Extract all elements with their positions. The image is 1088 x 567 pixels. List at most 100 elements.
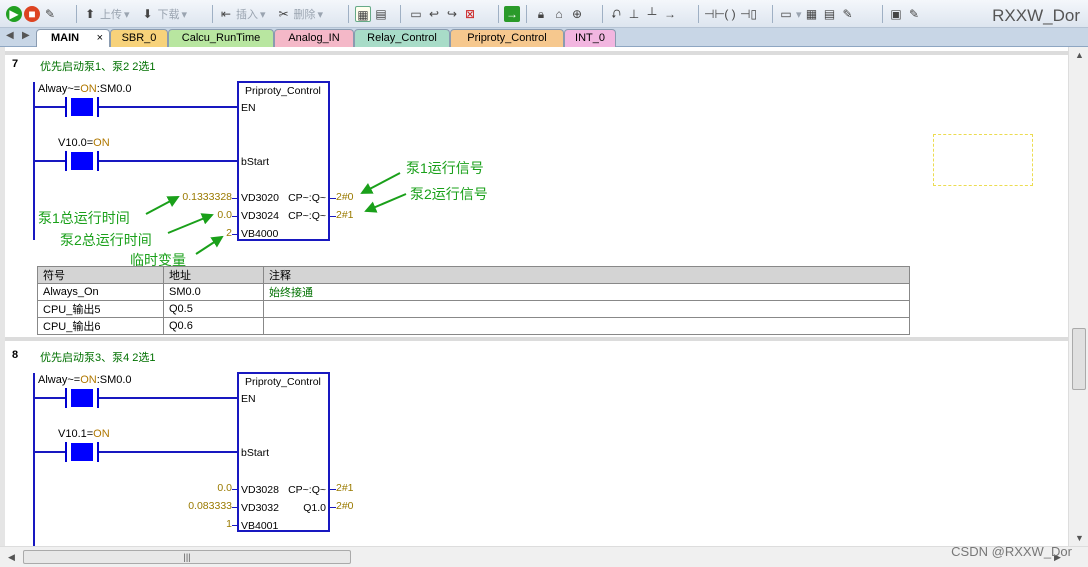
pou-icon[interactable]: ✎ bbox=[906, 6, 922, 22]
lock-icon[interactable]: 🔒︎ bbox=[533, 6, 549, 22]
run-icon[interactable]: ▶ bbox=[6, 6, 22, 22]
network-7-comment[interactable]: 优先启动泵1、泵2 2选1 bbox=[40, 58, 156, 74]
pin-out1: CP~:Q~ bbox=[288, 484, 326, 496]
address-cell: Q0.6 bbox=[163, 317, 264, 335]
symbol-header: 符号 bbox=[37, 266, 164, 284]
contact-icon[interactable]: ⊣⊢ bbox=[704, 6, 725, 22]
close-icon[interactable]: × bbox=[97, 30, 103, 47]
download-icon[interactable]: ⬇ bbox=[140, 6, 156, 22]
ladder-editor[interactable]: 7 优先启动泵1、泵2 2选1 Alway~=ON:SM0.0 V10.0=ON… bbox=[0, 47, 1068, 546]
prev-icon[interactable]: ↩ bbox=[426, 6, 442, 22]
delete-label[interactable]: 删除 bbox=[294, 6, 316, 22]
edit-comment-icon[interactable]: ✎ bbox=[840, 6, 856, 22]
pin-en: EN bbox=[241, 102, 256, 114]
symbol-icon[interactable]: ▭ bbox=[778, 6, 794, 22]
annotation-pump2-time: 泵2总运行时间 bbox=[60, 232, 152, 248]
goto-icon[interactable]: → bbox=[504, 6, 520, 22]
network-8-comment[interactable]: 优先启动泵3、泵4 2选1 bbox=[40, 349, 156, 365]
vertical-scroll-thumb[interactable] bbox=[1072, 328, 1086, 390]
in3-value: 1 bbox=[226, 518, 232, 530]
priproty-control-box-1[interactable]: Priproty_Control EN bStart VD3020 VD3024… bbox=[237, 81, 330, 241]
contact-v10-0[interactable] bbox=[65, 151, 99, 171]
symbol-cell: Always_On bbox=[37, 283, 164, 301]
pin-out2: Q1.0 bbox=[303, 502, 326, 514]
ladder-group: ⊣⊢ ( ) ⊣▯ bbox=[704, 4, 757, 24]
delete-icon[interactable]: ✂ bbox=[276, 6, 292, 22]
selection-box bbox=[933, 134, 1033, 186]
clear-icon[interactable]: ⊠ bbox=[462, 6, 478, 22]
tab-analog-in[interactable]: Analog_IN bbox=[274, 29, 354, 47]
comment-icon[interactable]: ▤ bbox=[822, 6, 838, 22]
compile-icon[interactable]: ✎ bbox=[42, 6, 58, 22]
horizontal-scroll-thumb[interactable]: ||| bbox=[23, 550, 351, 564]
comment-cell: 始终接通 bbox=[263, 283, 910, 301]
trend-icon[interactable]: ▤ bbox=[373, 6, 389, 22]
scroll-down-icon[interactable]: ▼ bbox=[1075, 533, 1084, 543]
contact-v10-1[interactable] bbox=[65, 442, 99, 462]
misc-group: ▣ ✎ bbox=[888, 4, 922, 24]
contact-always-on[interactable] bbox=[65, 97, 99, 117]
pin-in3: VB4001 bbox=[241, 520, 279, 532]
tab-sbr0[interactable]: SBR_0 bbox=[110, 29, 168, 47]
address-cell: SM0.0 bbox=[163, 283, 264, 301]
out2-value: 2#0 bbox=[336, 500, 354, 512]
download-label[interactable]: 下载 bbox=[158, 6, 180, 22]
coil-icon[interactable]: ( ) bbox=[722, 6, 738, 22]
scroll-left-icon[interactable]: ◀ bbox=[8, 552, 15, 563]
out1-value: 2#1 bbox=[336, 482, 354, 494]
tab-scroll-left-icon[interactable]: ◀ bbox=[6, 30, 14, 41]
line-left-icon[interactable]: ┴ bbox=[644, 6, 660, 22]
tab-label: Priproty_Control bbox=[467, 32, 547, 44]
protect-group: 🔒︎ ⌂ ⊕ bbox=[533, 4, 585, 24]
contact-v10-0-label: V10.0=ON bbox=[58, 137, 110, 149]
insert-label[interactable]: 插入 bbox=[236, 6, 258, 22]
contact-always-on[interactable] bbox=[65, 388, 99, 408]
upload-label[interactable]: 上传 bbox=[100, 6, 122, 22]
program-status-icon[interactable]: ▦ bbox=[355, 6, 371, 22]
vertical-scrollbar[interactable]: ▲ ▼ bbox=[1068, 47, 1088, 546]
properties-icon[interactable]: ▣ bbox=[888, 6, 904, 22]
box-title: Priproty_Control bbox=[245, 376, 321, 388]
scroll-up-icon[interactable]: ▲ bbox=[1075, 50, 1084, 60]
tab-label: Analog_IN bbox=[288, 32, 340, 44]
title-right: RXXW_Dor bbox=[992, 6, 1080, 25]
in3-value: 2 bbox=[226, 227, 232, 239]
tab-relay-control[interactable]: Relay_Control bbox=[354, 29, 450, 47]
pou-tabbar: ◀ ▶ MAIN × SBR_0 Calcu_RunTime Analog_IN… bbox=[0, 28, 1088, 47]
box-title: Priproty_Control bbox=[245, 85, 321, 97]
priproty-control-box-2[interactable]: Priproty_Control EN bStart VD3028 VD3032… bbox=[237, 372, 330, 532]
tab-scroll-right-icon[interactable]: ▶ bbox=[22, 30, 30, 41]
line-up-icon[interactable]: ⊥ bbox=[626, 6, 642, 22]
tab-main[interactable]: MAIN × bbox=[36, 29, 110, 47]
stop-icon[interactable]: ■ bbox=[24, 6, 40, 22]
tab-int0[interactable]: INT_0 bbox=[564, 29, 616, 47]
insert-icon[interactable]: ⇤ bbox=[218, 6, 234, 22]
line-right-icon[interactable]: → bbox=[662, 6, 678, 22]
in1-value: 0.0 bbox=[217, 482, 232, 494]
unlock-icon[interactable]: ⌂ bbox=[551, 6, 567, 22]
tab-label: SBR_0 bbox=[121, 32, 157, 44]
annotation-pump1-signal: 泵1运行信号 bbox=[406, 160, 484, 176]
horizontal-scrollbar[interactable]: ◀ ||| ▶ bbox=[0, 546, 1088, 567]
pin-bstart: bStart bbox=[241, 447, 270, 459]
tab-priproty-control[interactable]: Priproty_Control bbox=[450, 29, 564, 47]
network-8-number[interactable]: 8 bbox=[12, 349, 18, 361]
pin-en: EN bbox=[241, 393, 256, 405]
table-row: CPU_输出6 Q0.6 bbox=[37, 317, 910, 335]
line-down-icon[interactable]: ⮏ bbox=[608, 6, 624, 22]
box-icon[interactable]: ⊣▯ bbox=[740, 6, 757, 22]
next-icon[interactable]: ↪ bbox=[444, 6, 460, 22]
comment-cell bbox=[263, 317, 910, 335]
network-7-number[interactable]: 7 bbox=[12, 58, 18, 70]
bookmark-icon[interactable]: ▭ bbox=[408, 6, 424, 22]
tab-label: Relay_Control bbox=[367, 32, 437, 44]
symbol-cell: CPU_输出5 bbox=[37, 300, 164, 318]
annotation-pump1-time: 泵1总运行时间 bbox=[38, 210, 130, 226]
tab-calcu-runtime[interactable]: Calcu_RunTime bbox=[168, 29, 274, 47]
monitor-group: ▦ ▤ bbox=[355, 4, 389, 24]
upload-icon[interactable]: ⬆ bbox=[82, 6, 98, 22]
gutter bbox=[0, 47, 5, 546]
contact-v10-1-label: V10.1=ON bbox=[58, 428, 110, 440]
table-icon[interactable]: ▦ bbox=[804, 6, 820, 22]
permission-icon[interactable]: ⊕ bbox=[569, 6, 585, 22]
